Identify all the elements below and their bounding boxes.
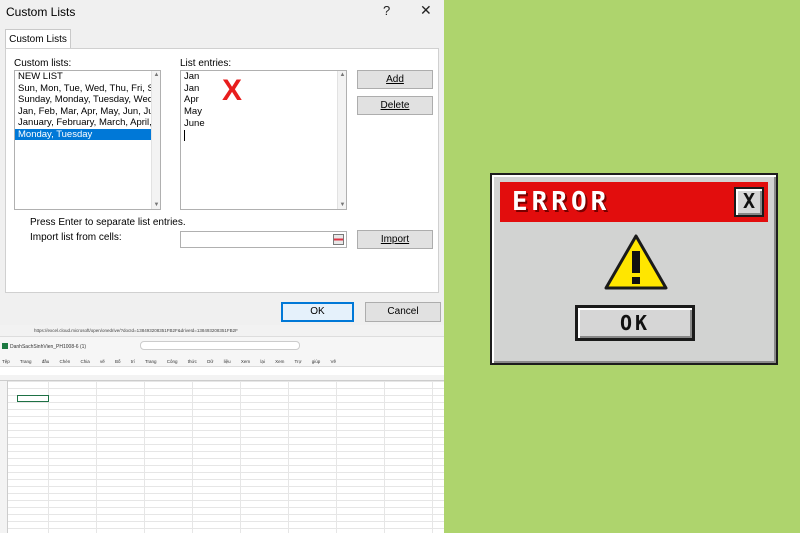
error-ok-button: OK	[575, 305, 695, 341]
import-button-label: Import	[380, 234, 410, 245]
spreadsheet-grid[interactable]	[0, 381, 444, 533]
ribbon-tabs[interactable]: Tệp Trang đầu Chèn Chia vẽ Bố trí Trang …	[0, 359, 336, 364]
list-item[interactable]: Sun, Mon, Tue, Wed, Thu, Fri, Sat	[15, 83, 153, 95]
entries-scrollbar[interactable]: ▲ ▼	[337, 71, 346, 209]
scroll-up-icon[interactable]: ▲	[338, 72, 346, 78]
excel-toolbar: DanhSachSinhVien_PH1008-6 (1) Tệp Trang …	[0, 337, 444, 367]
dialog-title: Custom Lists	[6, 5, 76, 19]
error-header: ERROR X	[500, 182, 768, 222]
row-headers	[0, 381, 8, 533]
custom-lists-label: Custom lists:	[14, 58, 72, 69]
add-button[interactable]: Add	[357, 70, 433, 89]
list-item[interactable]: Sunday, Monday, Tuesday, Wednesday	[15, 94, 153, 106]
entry-line: June	[184, 117, 205, 129]
scroll-down-icon[interactable]: ▼	[338, 202, 346, 208]
file-name[interactable]: DanhSachSinhVien_PH1008-6 (1)	[10, 344, 86, 350]
error-title: ERROR	[512, 187, 611, 217]
tab-custom-lists[interactable]: Custom Lists	[5, 29, 71, 49]
listbox-scrollbar[interactable]: ▲ ▼	[151, 71, 160, 209]
entry-line: Jan	[184, 82, 200, 94]
import-range-input[interactable]	[180, 231, 347, 248]
list-item[interactable]: January, February, March, April, May	[15, 117, 153, 129]
delete-button-label: Delete	[380, 100, 410, 111]
cancel-button[interactable]: Cancel	[365, 302, 441, 322]
text-caret	[184, 130, 185, 141]
list-item[interactable]: NEW LIST	[15, 71, 153, 83]
list-item[interactable]: Jan, Feb, Mar, Apr, May, Jun, Jul, Aug	[15, 106, 153, 118]
browser-url[interactable]: https://excel.cloud.microsoft/open/onedr…	[0, 325, 444, 337]
range-picker-icon[interactable]	[333, 234, 344, 245]
import-label: Import list from cells:	[30, 232, 122, 243]
scroll-down-icon[interactable]: ▼	[152, 202, 160, 208]
warning-icon	[604, 234, 668, 290]
excel-logo-icon	[2, 343, 8, 349]
active-cell[interactable]	[17, 395, 49, 402]
list-item-selected[interactable]: Monday, Tuesday	[15, 128, 153, 140]
separator-hint: Press Enter to separate list entries.	[30, 217, 186, 228]
custom-lists-dialog: Custom Lists ? ✕ Custom Lists Custom lis…	[0, 0, 444, 325]
search-input[interactable]	[140, 341, 300, 350]
ok-button[interactable]: OK	[281, 302, 354, 322]
error-box: ERROR X OK	[490, 173, 778, 365]
import-button[interactable]: Import	[357, 230, 433, 249]
error-close-button: X	[734, 187, 764, 217]
entry-line: Jan	[184, 71, 200, 82]
list-entries-textarea[interactable]: Jan Jan Apr May June ▲ ▼	[180, 70, 347, 210]
entry-line: May	[184, 106, 202, 118]
excel-online-background: https://excel.cloud.microsoft/open/onedr…	[0, 325, 444, 533]
entry-line: Apr	[184, 94, 199, 106]
add-button-label: Add	[386, 74, 404, 85]
scroll-up-icon[interactable]: ▲	[152, 72, 160, 78]
custom-lists-listbox[interactable]: NEW LIST Sun, Mon, Tue, Wed, Thu, Fri, S…	[14, 70, 161, 210]
close-icon[interactable]: ✕	[420, 2, 432, 19]
excel-screenshot-panel: Custom Lists ? ✕ Custom Lists Custom lis…	[0, 0, 444, 533]
red-x-mark: X	[222, 74, 243, 107]
help-icon[interactable]: ?	[383, 3, 390, 18]
list-entries-label: List entries:	[180, 58, 232, 69]
delete-button[interactable]: Delete	[357, 96, 433, 115]
